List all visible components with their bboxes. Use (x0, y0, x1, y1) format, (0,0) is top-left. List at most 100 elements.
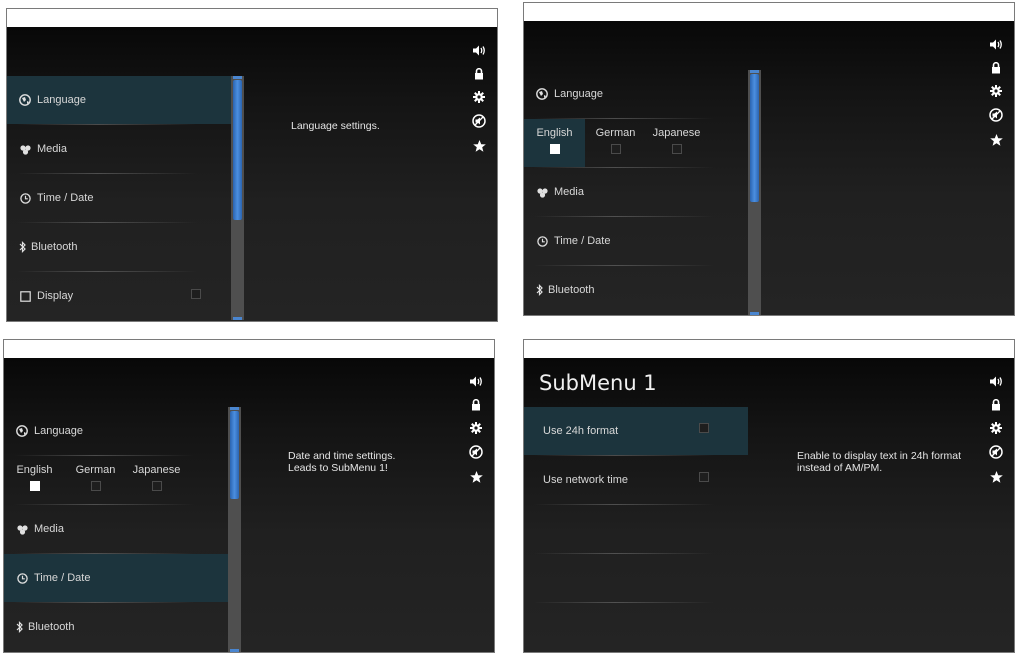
use-24h-format-checkbox[interactable] (699, 423, 709, 433)
language-options: English German Japanese (4, 456, 228, 504)
menu-item-bluetooth[interactable]: Bluetooth (7, 223, 231, 271)
scrollbar[interactable] (228, 407, 241, 652)
menu-item-label: Media (37, 143, 67, 155)
menu-item-language[interactable]: Language (7, 76, 231, 124)
menu-item-label: Media (554, 186, 584, 198)
star-icon[interactable] (988, 132, 1004, 148)
language-option-label: English (536, 127, 573, 139)
english-checkbox[interactable] (29, 481, 40, 491)
scrollbar-thumb[interactable] (750, 74, 759, 202)
german-checkbox[interactable] (90, 481, 101, 491)
scrollbar[interactable] (231, 76, 244, 320)
media-icon (18, 142, 32, 156)
panel-time-date-settings: Language English German Japanese Media T… (3, 339, 495, 653)
menu-item-label: Time / Date (37, 192, 94, 204)
description-text: Enable to display text in 24h format ins… (797, 450, 961, 474)
japanese-checkbox[interactable] (671, 144, 682, 154)
lock-icon[interactable] (988, 397, 1004, 413)
scrollbar-thumb[interactable] (233, 80, 242, 220)
menu-item-time-date[interactable]: Time / Date (4, 554, 228, 602)
screen: Language Media Time / Date Bluetooth Dis… (7, 27, 497, 321)
language-option-label: Japanese (652, 127, 701, 139)
option-label: Use network time (543, 474, 628, 486)
use-network-time-checkbox[interactable] (699, 472, 709, 482)
media-icon (535, 185, 549, 199)
globe-icon (15, 424, 29, 438)
star-icon[interactable] (471, 138, 487, 154)
description-line: Leads to SubMenu 1! (288, 462, 388, 474)
language-option-japanese[interactable]: Japanese (126, 456, 187, 504)
scrollbar[interactable] (748, 70, 761, 315)
description-text: Date and time settings. Leads to SubMenu… (288, 450, 395, 474)
gear-icon[interactable] (471, 89, 487, 105)
scrollbar-top-cap (230, 407, 239, 410)
mute-icon[interactable] (988, 107, 1004, 123)
clock-icon (15, 571, 29, 585)
volume-icon[interactable] (988, 36, 1004, 52)
globe-icon (535, 87, 549, 101)
volume-icon[interactable] (988, 373, 1004, 389)
window-titlebar (524, 340, 1014, 358)
menu-item-label: Language (554, 88, 603, 100)
german-checkbox[interactable] (610, 144, 621, 154)
panel-submenu-1: SubMenu 1 Use 24h format Use network tim… (523, 339, 1015, 653)
menu-item-time-date[interactable]: Time / Date (524, 217, 748, 265)
language-option-english[interactable]: English (524, 119, 585, 167)
gear-icon[interactable] (988, 420, 1004, 436)
panel-language-settings: Language Media Time / Date Bluetooth Dis… (6, 8, 498, 322)
mute-icon[interactable] (468, 444, 484, 460)
display-checkbox[interactable] (191, 289, 201, 299)
mute-icon[interactable] (471, 113, 487, 129)
gear-icon[interactable] (468, 420, 484, 436)
description-text: Language settings. (291, 120, 380, 132)
star-icon[interactable] (988, 469, 1004, 485)
window-titlebar (4, 340, 494, 358)
option-use-24h-format[interactable]: Use 24h format (524, 407, 748, 455)
side-icon-bar (468, 373, 484, 493)
english-checkbox[interactable] (549, 144, 560, 154)
volume-icon[interactable] (468, 373, 484, 389)
menu-item-label: Bluetooth (548, 284, 595, 296)
side-icon-bar (988, 36, 1004, 156)
menu-item-media[interactable]: Media (7, 125, 231, 173)
menu-item-bluetooth[interactable]: Bluetooth (4, 603, 228, 651)
menu-item-label: Media (34, 523, 64, 535)
menu-item-media[interactable]: Media (524, 168, 748, 216)
menu-item-language[interactable]: Language (4, 407, 228, 455)
menu-item-label: Bluetooth (31, 241, 78, 253)
menu-item-bluetooth[interactable]: Bluetooth (524, 266, 748, 314)
bluetooth-icon (15, 620, 24, 634)
screen: Language English German Japanese Media T… (524, 21, 1014, 315)
scrollbar-thumb[interactable] (230, 411, 239, 499)
menu-item-label: Display (37, 290, 74, 302)
japanese-checkbox[interactable] (151, 481, 162, 491)
menu-item-label: Time / Date (34, 572, 91, 584)
lock-icon[interactable] (988, 60, 1004, 76)
option-use-network-time[interactable]: Use network time (524, 456, 748, 504)
bluetooth-icon (535, 283, 544, 297)
lock-icon[interactable] (471, 66, 487, 82)
mute-icon[interactable] (988, 444, 1004, 460)
star-icon[interactable] (468, 469, 484, 485)
display-icon (18, 289, 32, 303)
menu-item-media[interactable]: Media (4, 505, 228, 553)
gear-icon[interactable] (988, 83, 1004, 99)
screen: SubMenu 1 Use 24h format Use network tim… (524, 358, 1014, 652)
bluetooth-icon (18, 240, 27, 254)
menu-item-time-date[interactable]: Time / Date (7, 174, 231, 222)
scrollbar-bottom-cap (230, 649, 239, 652)
language-option-japanese[interactable]: Japanese (646, 119, 707, 167)
screen: Language English German Japanese Media T… (4, 358, 494, 652)
scrollbar-top-cap (750, 70, 759, 73)
language-option-label: German (595, 127, 636, 139)
window-titlebar (524, 3, 1014, 21)
description-line: Enable to display text in 24h format (797, 450, 962, 462)
language-option-german[interactable]: German (585, 119, 646, 167)
language-option-english[interactable]: English (4, 456, 65, 504)
language-option-german[interactable]: German (65, 456, 126, 504)
lock-icon[interactable] (468, 397, 484, 413)
globe-icon (18, 93, 32, 107)
media-icon (15, 522, 29, 536)
volume-icon[interactable] (471, 42, 487, 58)
menu-item-language[interactable]: Language (524, 70, 748, 118)
